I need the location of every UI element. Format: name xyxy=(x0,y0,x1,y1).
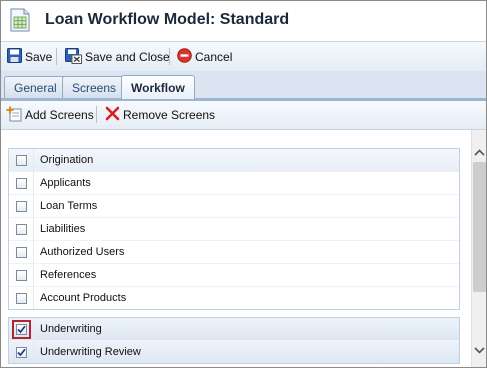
list-item-label: Loan Terms xyxy=(40,200,98,212)
tab-label: Workflow xyxy=(131,80,185,95)
save-button[interactable]: Save xyxy=(7,47,52,67)
add-screens-label: Add Screens xyxy=(25,108,94,122)
list-item[interactable]: Underwriting Review xyxy=(9,341,459,363)
add-screens-icon xyxy=(6,106,22,125)
save-label: Save xyxy=(25,50,53,64)
workflow-window: Loan Workflow Model: Standard Save Save … xyxy=(0,0,487,368)
tab-screens[interactable]: Screens xyxy=(62,76,127,98)
tab-label: Screens xyxy=(72,80,117,95)
checkbox-cell xyxy=(9,287,34,309)
save-close-icon xyxy=(65,47,82,67)
save-and-close-button[interactable]: Save and Close xyxy=(65,47,170,67)
list-item-label: Account Products xyxy=(40,292,127,304)
list-item-label: Applicants xyxy=(40,177,91,189)
scrollbar-thumb[interactable] xyxy=(473,162,486,292)
checkbox-cell xyxy=(9,172,34,194)
screen-group: Underwriting Underwriting Review xyxy=(8,317,460,364)
toolbar-separator xyxy=(56,48,57,65)
list-item-label: Origination xyxy=(40,154,94,166)
list-item-label: Underwriting xyxy=(40,323,102,335)
toolbar-separator xyxy=(96,106,97,123)
toolbar-separator xyxy=(169,48,170,65)
checkmark-icon xyxy=(16,325,26,333)
list-item[interactable]: Underwriting xyxy=(9,318,459,341)
scroll-up-icon[interactable] xyxy=(472,144,486,160)
list-item[interactable]: Loan Terms xyxy=(9,195,459,218)
list-item[interactable]: Account Products xyxy=(9,287,459,309)
title-bar: Loan Workflow Model: Standard xyxy=(1,1,486,42)
tab-workflow[interactable]: Workflow xyxy=(121,75,195,99)
checkbox[interactable] xyxy=(15,223,27,235)
workflow-screen-list: Origination Applicants Loan Terms Liabil… xyxy=(1,130,471,367)
checkbox[interactable] xyxy=(15,292,27,304)
checkbox[interactable] xyxy=(15,177,27,189)
vertical-scrollbar[interactable] xyxy=(471,130,486,367)
checkbox-cell xyxy=(9,341,34,363)
window-title: Loan Workflow Model: Standard xyxy=(45,11,290,28)
spreadsheet-icon xyxy=(10,8,30,32)
checkmark-icon xyxy=(16,348,26,356)
list-item[interactable]: Origination xyxy=(9,149,459,172)
remove-screens-button[interactable]: Remove Screens xyxy=(105,105,215,125)
list-item-label: Underwriting Review xyxy=(40,346,141,358)
checkbox-cell xyxy=(9,149,34,171)
tab-label: General xyxy=(14,80,57,95)
screen-group: Origination Applicants Loan Terms Liabil… xyxy=(8,148,460,310)
list-item-label: Authorized Users xyxy=(40,246,125,258)
remove-x-icon xyxy=(105,106,120,124)
checkbox-checked[interactable] xyxy=(15,346,27,358)
checkbox[interactable] xyxy=(15,200,27,212)
checkbox-cell xyxy=(9,218,34,240)
floppy-disk-icon xyxy=(7,48,22,66)
list-item[interactable]: Applicants xyxy=(9,172,459,195)
screens-toolbar: Add Screens Remove Screens xyxy=(1,101,486,130)
checkbox[interactable] xyxy=(15,154,27,166)
cancel-label: Cancel xyxy=(195,50,233,64)
tab-general[interactable]: General xyxy=(4,76,67,98)
add-screens-button[interactable]: Add Screens xyxy=(6,105,94,125)
scroll-down-icon[interactable] xyxy=(472,342,486,358)
save-and-close-label: Save and Close xyxy=(85,50,170,64)
tab-strip: General Screens Workflow xyxy=(1,71,486,101)
checkbox[interactable] xyxy=(15,269,27,281)
checkbox-cell xyxy=(9,318,34,340)
remove-screens-label: Remove Screens xyxy=(123,108,216,122)
checkbox[interactable] xyxy=(15,246,27,258)
checkbox-cell xyxy=(9,241,34,263)
list-item[interactable]: Liabilities xyxy=(9,218,459,241)
cancel-button[interactable]: Cancel xyxy=(177,47,232,67)
main-toolbar: Save Save and Close Cancel xyxy=(1,42,486,72)
checkbox-cell xyxy=(9,264,34,286)
list-item[interactable]: Authorized Users xyxy=(9,241,459,264)
cancel-icon xyxy=(177,48,192,66)
list-item-label: References xyxy=(40,269,97,281)
checkbox-checked[interactable] xyxy=(11,319,31,339)
checkbox-cell xyxy=(9,195,34,217)
list-item[interactable]: References xyxy=(9,264,459,287)
list-item-label: Liabilities xyxy=(40,223,86,235)
